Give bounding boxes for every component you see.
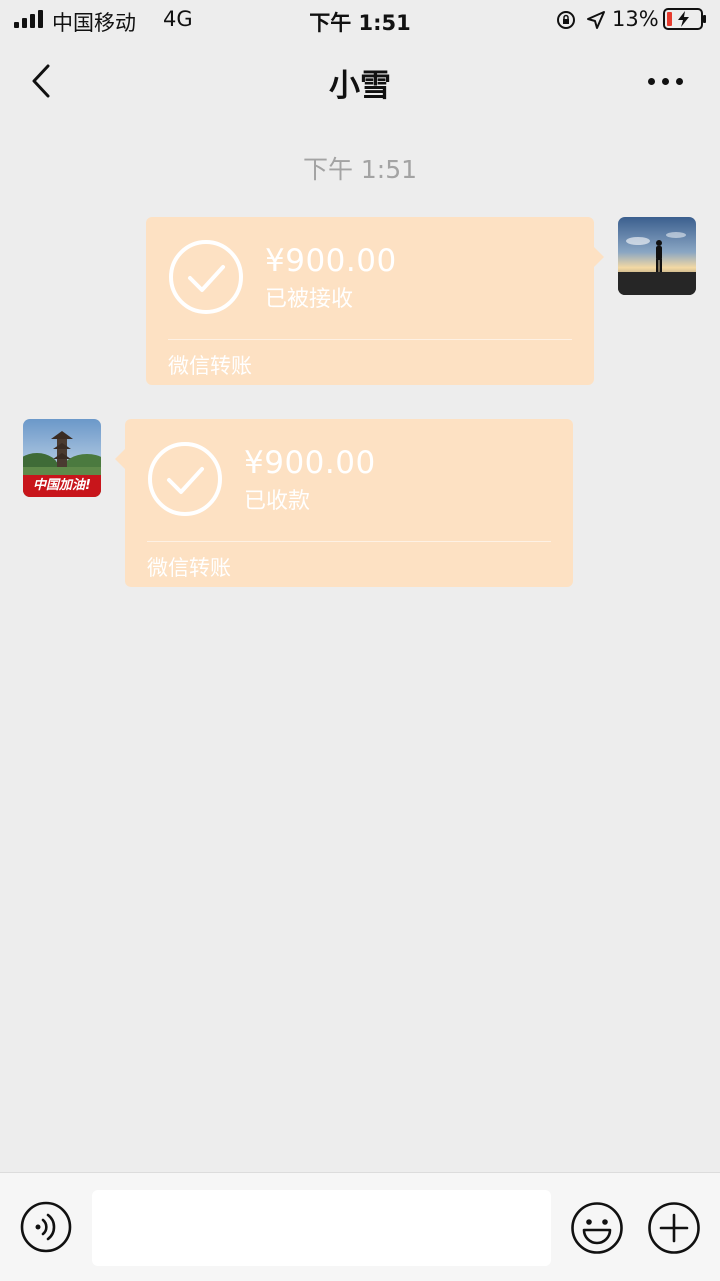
avatar-badge: 中国加油!	[23, 475, 101, 497]
divider	[147, 541, 551, 542]
checkmark-circle-icon	[169, 240, 243, 314]
bubble-tail	[115, 449, 125, 469]
rotation-lock-icon	[557, 11, 575, 29]
silhouette-sunset-image	[618, 217, 696, 295]
transfer-footer-label: 微信转账	[168, 354, 252, 378]
transfer-footer-label: 微信转账	[147, 556, 231, 580]
message-input-bar	[0, 1172, 720, 1281]
friend-avatar[interactable]: 中国加油!	[23, 419, 101, 497]
location-icon	[587, 11, 605, 29]
emoji-icon[interactable]	[570, 1201, 624, 1255]
battery-charging-icon	[663, 8, 706, 30]
plus-icon[interactable]	[647, 1201, 701, 1255]
self-avatar[interactable]	[618, 217, 696, 295]
transfer-amount: ¥900.00	[244, 445, 376, 481]
status-bar: 中国移动 4G 下午 1:51 13%	[0, 0, 720, 40]
more-options-icon[interactable]	[644, 68, 688, 94]
bubble-tail	[594, 247, 604, 267]
voice-input-icon[interactable]	[20, 1201, 72, 1253]
message-text-input[interactable]	[92, 1190, 551, 1266]
transfer-message-received[interactable]: ¥900.00 已收款 微信转账	[115, 419, 573, 587]
transfer-status: 已收款	[244, 489, 311, 514]
transfer-status: 已被接收	[265, 287, 354, 312]
chat-header: 小雪	[0, 44, 720, 118]
transfer-amount: ¥900.00	[265, 243, 397, 279]
divider	[168, 339, 572, 340]
battery-percent: 13%	[612, 7, 659, 31]
chat-title: 小雪	[329, 68, 391, 104]
checkmark-circle-icon	[148, 442, 222, 516]
message-timestamp: 下午 1:51	[302, 155, 418, 184]
transfer-message-sent[interactable]: ¥900.00 已被接收 微信转账	[146, 217, 604, 385]
